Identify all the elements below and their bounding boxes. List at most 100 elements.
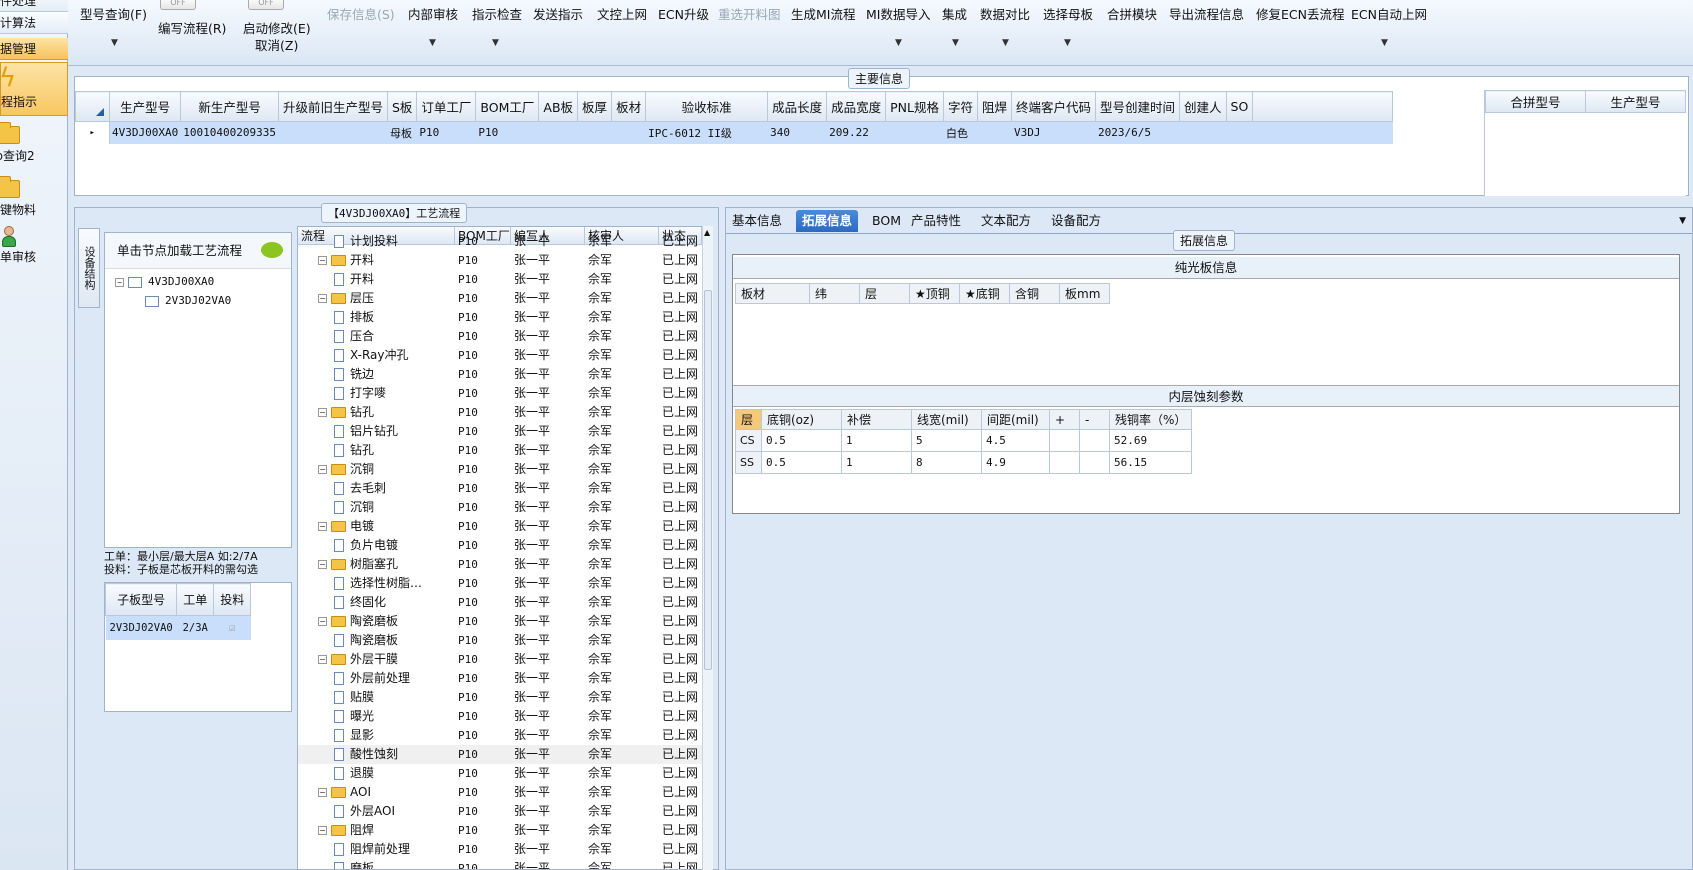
flow-bom-cell[interactable]: P10 xyxy=(458,669,510,688)
flow-reviewer-cell[interactable]: 佘军 xyxy=(588,479,658,498)
flow-bom-cell[interactable]: P10 xyxy=(458,384,510,403)
flow-writer-cell[interactable]: 张一平 xyxy=(514,441,584,460)
flow-reviewer-cell[interactable]: 佘军 xyxy=(588,308,658,327)
cell[interactable]: 52.69 xyxy=(1108,429,1193,452)
flow-status-cell[interactable]: 已上网 xyxy=(662,327,702,346)
flow-step-name[interactable]: 选择性树脂… xyxy=(334,574,454,593)
flow-step-name[interactable]: − 层压 xyxy=(318,289,454,308)
flow-row[interactable]: 退膜 P10 张一平 佘军 已上网 xyxy=(298,764,702,783)
flow-reviewer-cell[interactable]: 佘军 xyxy=(588,688,658,707)
col-header[interactable]: AB板 xyxy=(538,91,579,122)
table-row[interactable]: ▸ 4V3DJ00XA0 10010400209335 母板 P10 P10 I… xyxy=(75,121,1394,144)
flow-bom-cell[interactable]: P10 xyxy=(458,460,510,479)
flow-reviewer-cell[interactable]: 佘军 xyxy=(588,859,658,869)
flow-row[interactable]: − AOI P10 张一平 佘军 已上网 xyxy=(298,783,702,802)
tab-text-recipe[interactable]: 文本配方 xyxy=(975,210,1037,232)
flow-reviewer-cell[interactable]: 佘军 xyxy=(588,346,658,365)
flow-reviewer-cell[interactable]: 佘军 xyxy=(588,498,658,517)
flow-row[interactable]: − 树脂塞孔 P10 张一平 佘军 已上网 xyxy=(298,555,702,574)
col-header[interactable]: 含铜 xyxy=(1009,283,1060,304)
flow-step-name[interactable]: − 钻孔 xyxy=(318,403,454,422)
col-header[interactable]: 线宽(mil) xyxy=(911,409,982,430)
flow-status-cell[interactable]: 已上网 xyxy=(662,289,702,308)
cell[interactable]: 340 xyxy=(767,121,828,144)
flow-bom-cell[interactable]: P10 xyxy=(458,764,510,783)
cell[interactable]: 4.5 xyxy=(981,429,1050,452)
flow-bom-cell[interactable]: P10 xyxy=(458,498,510,517)
collapse-icon[interactable]: − xyxy=(318,617,327,626)
flow-status-cell[interactable]: 已上网 xyxy=(662,384,702,403)
col-header[interactable]: 升级前旧生产型号 xyxy=(277,91,388,122)
flow-writer-cell[interactable]: 张一平 xyxy=(514,707,584,726)
flow-scrollbar[interactable]: ▲ xyxy=(702,226,713,870)
col-header[interactable]: 验收标准 xyxy=(645,91,769,122)
start-modify-toggle[interactable]: OFF xyxy=(248,0,284,10)
chevron-down-icon[interactable]: ▼ xyxy=(952,38,959,48)
nav-data-manage[interactable]: 数据管理 xyxy=(0,38,68,60)
collapse-icon[interactable]: − xyxy=(318,408,327,417)
cell[interactable]: 209.22 xyxy=(826,121,887,144)
feed-checkbox[interactable]: ☑ xyxy=(213,615,251,640)
flow-step-name[interactable]: 外层AOI xyxy=(334,802,454,821)
nav-key-material[interactable]: 关键物料 xyxy=(0,176,68,222)
flow-row[interactable]: 铣边 P10 张一平 佘军 已上网 xyxy=(298,365,702,384)
col-header[interactable]: 生产型号 xyxy=(1585,90,1686,113)
flow-bom-cell[interactable]: P10 xyxy=(458,289,510,308)
flow-row[interactable]: 压合 P10 张一平 佘军 已上网 xyxy=(298,327,702,346)
cell[interactable]: 2023/6/5 xyxy=(1095,121,1181,144)
flow-step-name[interactable]: − 开料 xyxy=(318,251,454,270)
flow-reviewer-cell[interactable]: 佘军 xyxy=(588,650,658,669)
flow-status-cell[interactable]: 已上网 xyxy=(662,232,702,251)
scroll-up-icon[interactable]: ▲ xyxy=(704,228,710,237)
flow-step-name[interactable]: 打字嘜 xyxy=(334,384,454,403)
flow-status-cell[interactable]: 已上网 xyxy=(662,346,702,365)
flow-row[interactable]: 陶瓷磨板 P10 张一平 佘军 已上网 xyxy=(298,631,702,650)
flow-step-name[interactable]: − 陶瓷磨板 xyxy=(318,612,454,631)
chevron-down-icon[interactable]: ▼ xyxy=(1064,38,1071,48)
flow-step-name[interactable]: 外层前处理 xyxy=(334,669,454,688)
chevron-down-icon[interactable]: ▼ xyxy=(1679,216,1686,226)
flow-writer-cell[interactable]: 张一平 xyxy=(514,517,584,536)
cell[interactable]: 0.5 xyxy=(761,429,842,452)
flow-status-cell[interactable]: 已上网 xyxy=(662,460,702,479)
edit-flow-button[interactable]: 编写流程(R) xyxy=(158,18,226,37)
flow-bom-cell[interactable]: P10 xyxy=(458,631,510,650)
cancel-button[interactable]: 取消(Z) xyxy=(255,35,298,54)
cell[interactable]: 2/3A xyxy=(176,615,214,640)
cell[interactable]: 母板 xyxy=(387,121,418,144)
flow-writer-cell[interactable]: 张一平 xyxy=(514,536,584,555)
flow-step-name[interactable]: 铝片钻孔 xyxy=(334,422,454,441)
flow-bom-cell[interactable]: P10 xyxy=(458,441,510,460)
flow-writer-cell[interactable]: 张一平 xyxy=(514,840,584,859)
flow-row[interactable]: − 阻焊 P10 张一平 佘军 已上网 xyxy=(298,821,702,840)
flow-step-name[interactable]: − 沉铜 xyxy=(318,460,454,479)
flow-status-cell[interactable]: 已上网 xyxy=(662,593,702,612)
flow-bom-cell[interactable]: P10 xyxy=(458,650,510,669)
cell[interactable]: IPC-6012 II级 xyxy=(645,121,769,144)
flow-writer-cell[interactable]: 张一平 xyxy=(514,232,584,251)
col-header[interactable]: + xyxy=(1049,409,1080,430)
col-header[interactable]: ★顶铜 xyxy=(909,283,960,304)
col-header[interactable]: S板 xyxy=(386,91,418,122)
flow-row[interactable]: 去毛刺 P10 张一平 佘军 已上网 xyxy=(298,479,702,498)
flow-step-name[interactable]: 压合 xyxy=(334,327,454,346)
fix-ecn-button[interactable]: 修复ECN丢流程 xyxy=(1256,4,1344,23)
col-header[interactable]: 创建人 xyxy=(1179,91,1227,122)
flow-bom-cell[interactable]: P10 xyxy=(458,688,510,707)
guide-check-button[interactable]: 指示检查 xyxy=(472,4,522,23)
flow-writer-cell[interactable]: 张一平 xyxy=(514,308,584,327)
flow-step-name[interactable]: 贴膜 xyxy=(334,688,454,707)
flow-step-name[interactable]: 磨板 xyxy=(334,859,454,869)
nav-query2[interactable]: ab查询2 xyxy=(0,122,68,168)
flow-step-name[interactable]: 负片电镀 xyxy=(334,536,454,555)
collapse-icon[interactable]: − xyxy=(318,256,327,265)
flow-row[interactable]: 负片电镀 P10 张一平 佘军 已上网 xyxy=(298,536,702,555)
gen-mi-button[interactable]: 生成MI流程 xyxy=(791,4,855,23)
model-query-button[interactable]: 型号查询(F) xyxy=(80,4,147,23)
flow-row[interactable]: − 层压 P10 张一平 佘军 已上网 xyxy=(298,289,702,308)
flow-writer-cell[interactable]: 张一平 xyxy=(514,745,584,764)
flow-row[interactable]: − 沉铜 P10 张一平 佘军 已上网 xyxy=(298,460,702,479)
flow-status-cell[interactable]: 已上网 xyxy=(662,688,702,707)
flow-step-name[interactable]: − 外层干膜 xyxy=(318,650,454,669)
col-header[interactable]: 型号创建时间 xyxy=(1095,91,1181,122)
